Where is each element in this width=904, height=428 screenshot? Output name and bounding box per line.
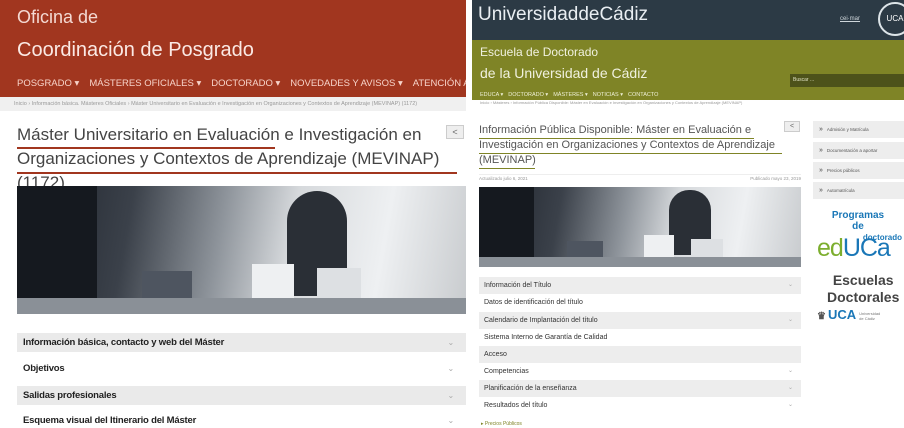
accordion-item-info-titulo[interactable]: Información del Título ⌄ <box>479 277 801 294</box>
accordion-label: Resultados del título <box>484 402 548 409</box>
nav-masteres-oficiales[interactable]: MÁSTERES OFICIALES ▾ <box>89 78 201 97</box>
nav-contacto[interactable]: CONTACTO <box>628 90 658 100</box>
school-band: Escuela de Doctorado de la Universidad d… <box>472 40 904 90</box>
left-page: Oficina de Coordinación de Posgrado POSG… <box>0 0 466 428</box>
accordion-item-planificacion[interactable]: Planificación de la enseñanza ⌄ <box>479 380 801 397</box>
left-header: Oficina de Coordinación de Posgrado POSG… <box>0 0 466 97</box>
nav-educa[interactable]: EDUCA ▾ <box>480 90 503 100</box>
share-icon: < <box>452 127 458 137</box>
chevron-down-icon: ⌄ <box>787 317 793 323</box>
sidebar-item-precios[interactable]: » Precios públicos <box>813 162 904 179</box>
accordion-label: Esquema visual del Itinerario del Máster <box>23 415 197 426</box>
sidebar-item-label: Precios públicos <box>826 168 860 173</box>
share-button[interactable]: < <box>784 121 800 132</box>
school-line2[interactable]: de la Universidad de Cádiz <box>480 65 647 81</box>
chevron-down-icon: ⌄ <box>787 282 793 288</box>
accordion-label: Planificación de la enseñanza <box>484 385 577 392</box>
nav-novedades[interactable]: NOVEDADES Y AVISOS ▾ <box>290 78 402 97</box>
updated-date: Actualizado julio 6, 2021 <box>479 176 528 181</box>
accordion-label: Acceso <box>484 351 507 358</box>
nav-doctorado[interactable]: DOCTORADO ▾ <box>211 78 280 97</box>
uca-logo-icon[interactable]: UCA <box>878 2 904 36</box>
school-line1: Escuela de Doctorado <box>480 45 599 59</box>
accordion-item-datos[interactable]: Datos de identificación del título <box>479 294 801 311</box>
educa-logo[interactable]: edUCa <box>817 234 891 263</box>
sidebar-item-automatricula[interactable]: » Automatrícula <box>813 182 904 199</box>
chevron-down-icon: ⌄ <box>447 364 454 373</box>
chevron-down-icon: ⌄ <box>787 385 793 391</box>
nav-masteres[interactable]: MÁSTERES ▾ <box>553 90 588 100</box>
nav-doctorado[interactable]: DOCTORADO ▾ <box>508 90 548 100</box>
double-chevron-right-icon: » <box>819 126 823 133</box>
chevron-down-icon: ⌄ <box>447 416 454 425</box>
double-chevron-right-icon: » <box>819 187 823 194</box>
nav-atencion[interactable]: ATENCIÓN AL USUARIO ▾ <box>413 78 466 97</box>
hero-image <box>479 187 801 267</box>
crest-icon: ♛ <box>817 311 826 322</box>
chevron-down-icon: ⌄ <box>447 391 454 400</box>
title-underline <box>479 168 535 169</box>
sidebar-item-documentacion[interactable]: » Documentación a aportar <box>813 142 904 159</box>
share-icon: < <box>789 123 795 130</box>
title-underline <box>17 172 457 174</box>
site-title[interactable]: Coordinación de Posgrado <box>17 39 254 62</box>
accordion-label: Salidas profesionales <box>23 390 117 401</box>
title-underline <box>17 147 275 149</box>
accordion-item-calendario[interactable]: Calendario de Implantación del título ⌄ <box>479 312 801 329</box>
accordion-item-info[interactable]: Información básica, contacto y web del M… <box>17 333 466 352</box>
cei-mar-link[interactable]: cei·mar <box>840 16 860 22</box>
accordion-item-sgc[interactable]: Sistema Interno de Garantía de Calidad <box>479 329 801 346</box>
sidebar-item-admision[interactable]: » Admisión y Matrícula <box>813 121 904 138</box>
right-top-bar: UniversidaddeCádiz cei·mar UCA <box>472 0 904 40</box>
sidebar-item-label: Admisión y Matrícula <box>826 127 869 132</box>
double-chevron-right-icon: » <box>819 167 823 174</box>
accordion-label: Sistema Interno de Garantía de Calidad <box>484 334 608 341</box>
dates-row: Actualizado julio 6, 2021 Publicado mayo… <box>479 174 801 181</box>
chevron-down-icon: ⌄ <box>787 368 793 374</box>
office-label: Oficina de <box>17 7 99 27</box>
right-page: UniversidaddeCádiz cei·mar UCA Escuela d… <box>472 0 904 428</box>
breadcrumb[interactable]: Inicio › Másteres › Información Pública … <box>472 100 904 114</box>
nav-noticias[interactable]: NOTICIAS ▾ <box>593 90 623 100</box>
uca-logo[interactable]: ♛ UCA Universidad de Cádiz <box>817 307 881 322</box>
search-input[interactable]: Buscar ... <box>790 74 904 87</box>
nav-posgrado[interactable]: POSGRADO ▾ <box>17 78 79 97</box>
sidebar-item-label: Automatrícula <box>826 188 855 193</box>
accordion-label: Información básica, contacto y web del M… <box>23 337 225 348</box>
double-chevron-right-icon: » <box>819 147 823 154</box>
accordion-item-acceso[interactable]: Acceso <box>479 346 801 363</box>
chevron-down-icon: ⌄ <box>447 338 454 347</box>
main-nav: POSGRADO ▾ MÁSTERES OFICIALES ▾ DOCTORAD… <box>0 78 466 97</box>
accordion-label: Datos de identificación del título <box>484 299 583 306</box>
precios-publicos-link[interactable]: ▸ Precios Públicos <box>481 421 522 427</box>
hero-image <box>17 186 466 314</box>
chevron-down-icon: ⌄ <box>787 402 793 408</box>
accordion-label: Competencias <box>484 368 529 375</box>
escuelas-doctorales-banner[interactable]: Escuelas Doctorales <box>827 272 899 306</box>
accordion-item-salidas[interactable]: Salidas profesionales ⌄ <box>17 386 466 405</box>
sidebar-item-label: Documentación a aportar <box>826 148 878 153</box>
published-date: Publicado mayo 23, 2019 <box>750 176 801 181</box>
title-underline <box>479 138 754 139</box>
accordion-label: Objetivos <box>23 363 65 374</box>
breadcrumb[interactable]: Inicio › Información básica. Másteres Of… <box>0 97 466 111</box>
accordion-label: Calendario de Implantación del título <box>484 317 598 324</box>
accordion-item-esquema[interactable]: Esquema visual del Itinerario del Máster… <box>17 411 466 428</box>
title-underline <box>479 153 782 154</box>
accordion-item-resultados[interactable]: Resultados del título ⌄ <box>479 397 801 414</box>
university-name[interactable]: UniversidaddeCádiz <box>478 4 648 26</box>
right-nav: EDUCA ▾ DOCTORADO ▾ MÁSTERES ▾ NOTICIAS … <box>472 90 904 100</box>
accordion-item-objetivos[interactable]: Objetivos ⌄ <box>17 359 466 378</box>
accordion-label: Información del Título <box>484 282 552 289</box>
share-button[interactable]: < <box>446 125 464 139</box>
page-title: Máster Universitario en Evaluación e Inv… <box>17 125 440 192</box>
page-title: Información Pública Disponible: Máster e… <box>479 124 775 166</box>
accordion-item-competencias[interactable]: Competencias ⌄ <box>479 363 801 380</box>
